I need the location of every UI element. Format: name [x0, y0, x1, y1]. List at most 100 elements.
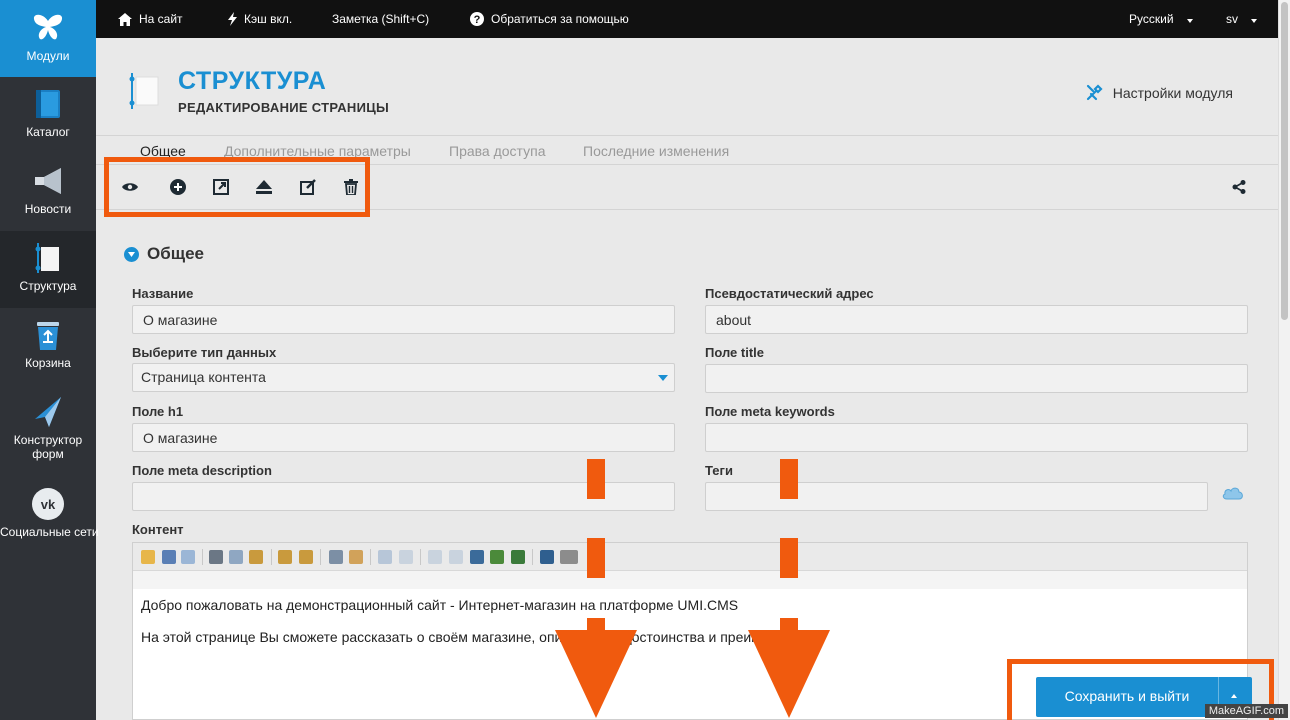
meta-keywords-label: Поле meta keywords — [705, 404, 835, 419]
left-sidebar: Модули Каталог Новости Структура Корзина… — [0, 0, 99, 720]
tools-icon — [1086, 84, 1103, 101]
table-icon[interactable] — [181, 550, 195, 564]
module-settings-label: Настройки модуля — [1112, 84, 1233, 101]
top-bar: На сайт Кэш вкл. Заметка (Shift+C) ? Обр… — [96, 0, 1278, 38]
h1-field[interactable] — [132, 423, 675, 452]
meta-keywords-field[interactable] — [705, 423, 1248, 452]
sidebar-item-form-builder[interactable]: Конструктор форм — [0, 385, 96, 477]
sidebar-item-catalog[interactable]: Каталог — [0, 77, 96, 154]
copy-icon[interactable] — [229, 550, 243, 564]
book-icon — [36, 90, 60, 118]
meta-description-label: Поле meta description — [132, 463, 272, 478]
template-icon[interactable] — [141, 550, 155, 564]
sidebar-item-label: Каталог — [26, 125, 70, 139]
annotation-arrow-segment — [780, 538, 798, 578]
toolbar-highlight — [104, 157, 370, 217]
note-label: Заметка (Shift+C) — [332, 12, 430, 26]
redo-icon[interactable] — [399, 550, 413, 564]
structure-icon — [35, 243, 59, 273]
page-subtitle: РЕДАКТИРОВАНИЕ СТРАНИЦЫ — [178, 100, 390, 115]
watermark: MakeAGIF.com — [1204, 704, 1288, 718]
editor-paragraph: Добро пожаловать на демонстрационный сай… — [141, 597, 739, 613]
find-icon[interactable] — [329, 550, 343, 564]
editor-paragraph: На этой странице Вы сможете рассказать о… — [141, 629, 820, 645]
help-link[interactable]: ? Обратиться за помощью — [470, 0, 629, 38]
annotation-arrow-head — [555, 630, 637, 718]
chevron-down-icon — [1186, 19, 1193, 23]
module-settings-button[interactable]: Настройки модуля — [1086, 84, 1233, 101]
section-header[interactable]: Общее — [124, 244, 204, 264]
site-link-label: На сайт — [139, 12, 183, 26]
cache-toggle[interactable]: Кэш вкл. — [228, 0, 292, 38]
svg-text:vk: vk — [41, 497, 56, 512]
editor-toolbar — [133, 543, 1247, 571]
paste-icon[interactable] — [249, 550, 263, 564]
link-icon[interactable] — [428, 550, 442, 564]
tags-label: Теги — [705, 463, 733, 478]
chevron-down-icon — [658, 375, 668, 381]
data-type-select[interactable]: Страница контента — [132, 363, 675, 392]
special-char-icon[interactable] — [540, 550, 554, 564]
unlink-icon[interactable] — [449, 550, 463, 564]
tab-access-rights[interactable]: Права доступа — [449, 143, 545, 159]
alt-name-field[interactable] — [705, 305, 1248, 334]
name-field[interactable] — [132, 305, 675, 334]
anchor-icon[interactable] — [470, 550, 484, 564]
eraser-icon[interactable] — [349, 550, 363, 564]
user-label: sv — [1226, 12, 1238, 26]
lightning-icon — [228, 12, 237, 26]
title-field[interactable] — [705, 364, 1248, 393]
annotation-arrow-segment — [587, 538, 605, 578]
home-icon — [118, 12, 132, 26]
user-menu[interactable]: sv — [1226, 0, 1257, 38]
alt-name-label: Псевдостатический адрес — [705, 286, 874, 301]
type-label: Выберите тип данных — [132, 345, 277, 360]
butterfly-icon — [33, 14, 63, 40]
paste-word-icon[interactable] — [299, 550, 313, 564]
section-title: Общее — [147, 244, 204, 263]
sidebar-item-trash[interactable]: Корзина — [0, 308, 96, 385]
undo-icon[interactable] — [378, 550, 392, 564]
sidebar-item-label: Модули — [26, 49, 70, 63]
sidebar-item-label: Структура — [19, 279, 77, 293]
tag-cloud-icon[interactable] — [1222, 486, 1244, 500]
annotation-arrow-segment — [780, 459, 798, 499]
chevron-up-icon[interactable] — [1231, 694, 1237, 698]
html-source-icon[interactable] — [560, 550, 578, 564]
h1-label: Поле h1 — [132, 404, 184, 419]
name-label: Название — [132, 286, 194, 301]
sidebar-item-label: Социальные сети — [0, 525, 99, 539]
sidebar-item-label: Конструктор форм — [13, 433, 83, 461]
paper-plane-icon — [35, 397, 61, 427]
content-label: Контент — [132, 522, 184, 537]
help-label: Обратиться за помощью — [491, 12, 629, 26]
sidebar-item-modules[interactable]: Модули — [0, 0, 96, 77]
sidebar-item-news[interactable]: Новости — [0, 154, 96, 231]
format-icon[interactable] — [162, 550, 176, 564]
tab-recent-changes[interactable]: Последние изменения — [583, 143, 729, 159]
sidebar-item-structure[interactable]: Структура — [0, 231, 96, 308]
data-type-value: Страница контента — [141, 369, 266, 385]
structure-icon — [129, 73, 159, 109]
image-icon[interactable] — [490, 550, 504, 564]
page-title: СТРУКТУРА — [178, 67, 327, 95]
vk-icon: vk — [32, 488, 64, 520]
share-icon — [1232, 180, 1246, 194]
note-button[interactable]: Заметка (Shift+C) — [332, 0, 429, 38]
megaphone-icon — [35, 168, 61, 194]
recycle-bin-icon — [37, 322, 59, 350]
language-select[interactable]: Русский — [1129, 0, 1193, 38]
save-and-exit-label: Сохранить и выйти — [1064, 688, 1190, 704]
paste-text-icon[interactable] — [278, 550, 292, 564]
sidebar-item-social[interactable]: vk Социальные сети — [0, 477, 99, 554]
cache-label: Кэш вкл. — [244, 12, 293, 26]
cut-icon[interactable] — [209, 550, 223, 564]
media-icon[interactable] — [511, 550, 525, 564]
scrollbar-thumb[interactable] — [1281, 2, 1288, 320]
page-header: СТРУКТУРА РЕДАКТИРОВАНИЕ СТРАНИЦЫ Настро… — [96, 38, 1278, 136]
chevron-down-icon — [1251, 19, 1257, 23]
site-link[interactable]: На сайт — [118, 0, 183, 38]
share-button[interactable] — [1229, 177, 1249, 197]
scrollbar[interactable] — [1278, 0, 1290, 720]
annotation-arrow-segment — [587, 459, 605, 499]
